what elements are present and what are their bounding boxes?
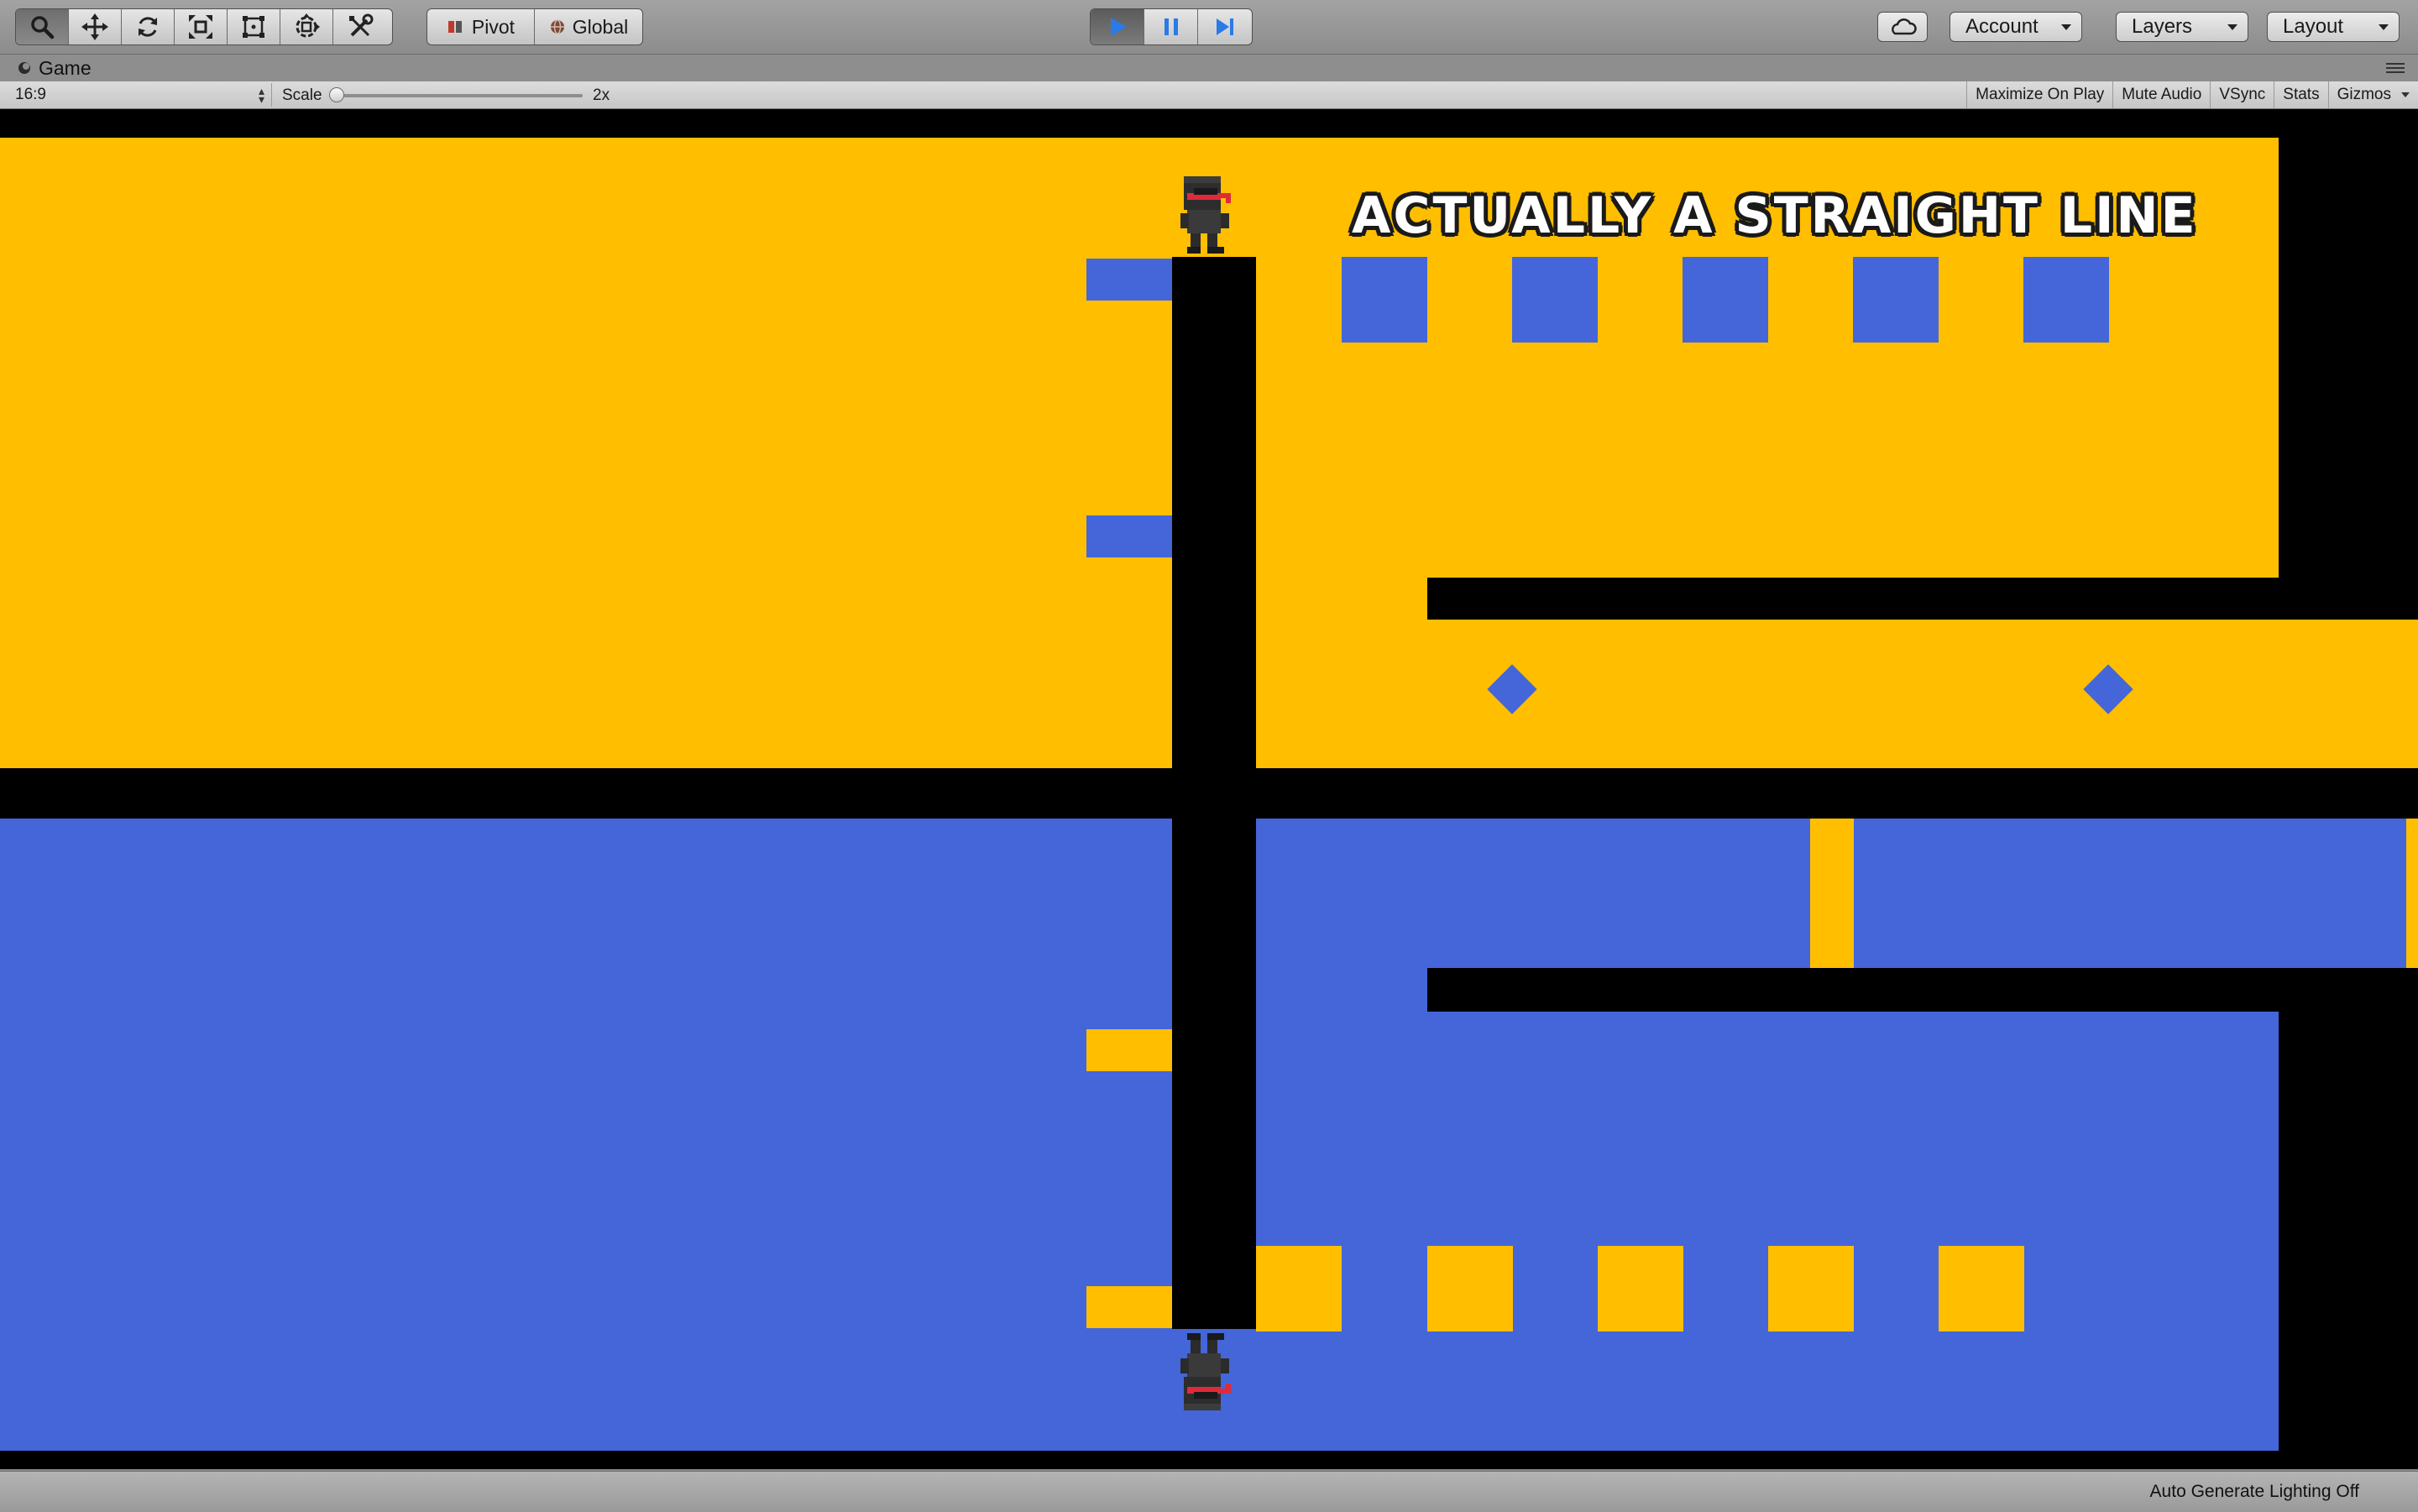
yellow-square-block	[1256, 1246, 1342, 1332]
yellow-gap-pillar	[1810, 819, 1854, 968]
scale-slider-track[interactable]	[332, 94, 583, 97]
pause-icon	[1164, 18, 1178, 35]
global-button[interactable]: Global	[535, 9, 642, 44]
main-toolbar: Pivot Global Account Layers Layout	[0, 0, 2418, 55]
updown-arrows-icon: ▴ ▾	[258, 84, 264, 106]
transform-icon	[296, 13, 320, 38]
play-button[interactable]	[1091, 9, 1144, 44]
central-pillar	[1172, 257, 1256, 1329]
ninja-player-icon	[1180, 176, 1231, 254]
scale-value: 2x	[593, 86, 610, 104]
chevron-down-icon	[2061, 24, 2071, 30]
step-button[interactable]	[1198, 9, 1252, 44]
move-tool-button[interactable]	[69, 9, 122, 44]
yellow-edge-strip	[2406, 819, 2418, 968]
scale-label: Scale	[282, 86, 322, 104]
blue-square-block	[1342, 257, 1427, 343]
yellow-ledge-platform	[1427, 578, 2418, 620]
game-view-toggles: Maximize On Play Mute Audio VSync Stats …	[1966, 81, 2418, 108]
game-viewport[interactable]: ACTUALLY A STRAIGHT LINE	[0, 109, 2418, 1469]
aspect-ratio-dropdown[interactable]: 16:9 ▴ ▾	[7, 83, 272, 107]
blue-square-block	[1683, 257, 1768, 343]
yellow-square-block	[1939, 1246, 2024, 1332]
rotate-icon	[139, 17, 157, 37]
stats-toggle[interactable]: Stats	[2274, 81, 2327, 108]
cloud-icon	[1892, 18, 1917, 35]
layout-dropdown[interactable]: Layout	[2267, 12, 2400, 42]
yellow-square-block	[1427, 1246, 1513, 1332]
pivot-icon	[447, 21, 462, 33]
account-label: Account	[1965, 15, 2039, 38]
gizmos-label: Gizmos	[2337, 86, 2391, 103]
scale-slider-thumb[interactable]	[329, 87, 344, 102]
wrench-icon	[348, 13, 373, 37]
chevron-down-icon	[2379, 24, 2389, 30]
pivot-button[interactable]: Pivot	[427, 9, 535, 44]
rect-transform-icon	[243, 16, 264, 38]
rotate-tool-button[interactable]	[122, 9, 175, 44]
blue-square-block	[1853, 257, 1939, 343]
blue-right-wall	[2279, 1012, 2418, 1469]
yellow-square-block	[1598, 1246, 1683, 1332]
search-icon	[31, 16, 55, 39]
ninja-mirror-icon	[1180, 1333, 1231, 1410]
pause-button[interactable]	[1144, 9, 1198, 44]
scale-icon	[189, 15, 212, 39]
custom-tool-button[interactable]	[333, 9, 386, 44]
lighting-status[interactable]: Auto Generate Lighting Off	[2150, 1482, 2359, 1502]
chevron-down-icon	[2401, 92, 2410, 97]
tab-game-label: Game	[39, 56, 92, 79]
layers-label: Layers	[2132, 15, 2193, 38]
blue-square-block	[1512, 257, 1598, 343]
play-icon	[1110, 18, 1127, 36]
yellow-square-block	[1768, 1246, 1854, 1332]
tab-menu-icon[interactable]	[2386, 63, 2405, 75]
rect-tool-button[interactable]	[228, 9, 280, 44]
game-view-options-bar: 16:9 ▴ ▾ Scale 2x Maximize On Play Mute A…	[0, 81, 2418, 109]
blue-step-block	[1086, 259, 1172, 301]
blue-square-block	[2023, 257, 2109, 343]
blue-step-block	[1086, 515, 1172, 557]
cloud-button[interactable]	[1877, 12, 1928, 42]
transform-tool-button[interactable]	[280, 9, 333, 44]
yellow-step-block	[1086, 1029, 1172, 1071]
level-title: ACTUALLY A STRAIGHT LINE	[1352, 186, 2198, 245]
game-tab-bar: Game	[0, 55, 2418, 82]
layout-label: Layout	[2283, 15, 2344, 38]
global-label: Global	[572, 15, 629, 38]
yellow-step-block	[1086, 1286, 1172, 1328]
pivot-label: Pivot	[471, 15, 516, 38]
game-controller-icon	[18, 62, 30, 74]
status-bar: Auto Generate Lighting Off	[0, 1471, 2418, 1512]
globe-icon	[550, 19, 564, 34]
gizmos-toggle[interactable]: Gizmos	[2327, 81, 2418, 108]
vsync-toggle[interactable]: VSync	[2210, 81, 2274, 108]
playback-controls	[1090, 8, 1253, 45]
layers-dropdown[interactable]: Layers	[2116, 12, 2248, 42]
blue-ledge-platform	[1427, 968, 2418, 1012]
move-arrows-icon	[81, 13, 108, 40]
scale-tool-button[interactable]	[175, 9, 228, 44]
aspect-ratio-value: 16:9	[15, 86, 46, 103]
transform-tools	[15, 8, 393, 45]
account-dropdown[interactable]: Account	[1950, 12, 2082, 42]
hand-tool-button[interactable]	[16, 9, 69, 44]
maximize-on-play-toggle[interactable]: Maximize On Play	[1966, 81, 2112, 108]
chevron-down-icon	[2227, 24, 2237, 30]
mute-audio-toggle[interactable]: Mute Audio	[2112, 81, 2210, 108]
yellow-corridor-right	[2279, 620, 2418, 768]
step-icon	[1217, 18, 1233, 35]
pivot-group: Pivot Global	[427, 8, 643, 45]
tab-game[interactable]: Game	[17, 57, 92, 79]
